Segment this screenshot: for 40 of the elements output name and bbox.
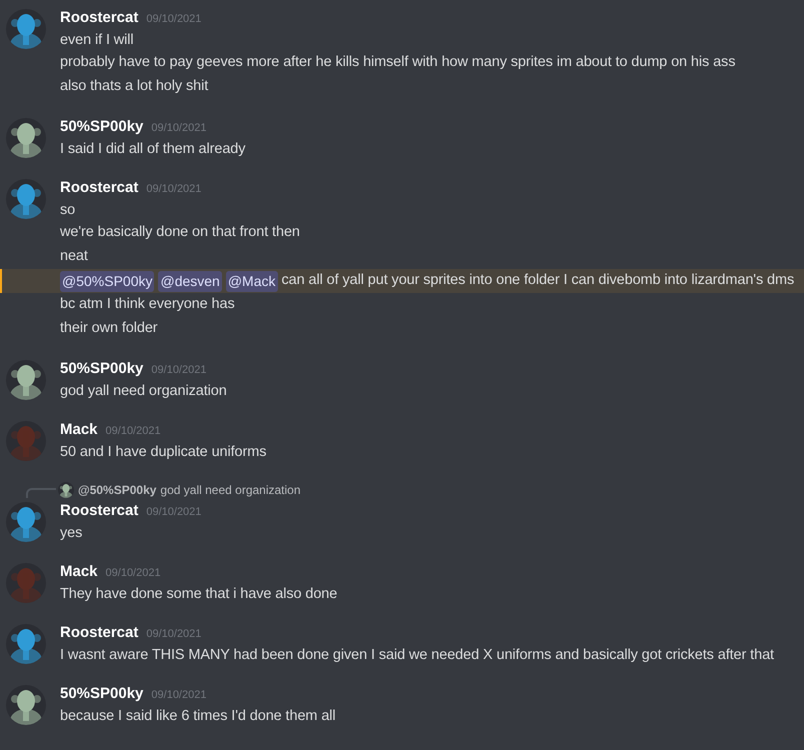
timestamp: 09/10/2021	[106, 566, 161, 581]
message-text: neat	[60, 247, 88, 266]
timestamp: 09/10/2021	[146, 182, 202, 197]
mention[interactable]: @desven	[158, 270, 222, 292]
author-name[interactable]: Roostercat	[60, 500, 138, 522]
mention[interactable]: @50%SP00ky	[60, 270, 154, 292]
message-text: can all of yall put your sprites into one folder I can divebomb into lizardman's dms	[282, 271, 794, 290]
timestamp: 09/10/2021	[151, 688, 206, 703]
message-text: probably have to pay geeves more after he kills himself with how many sprites im about to dump on his ass	[60, 53, 736, 72]
message-text: so	[60, 201, 76, 220]
mention[interactable]: @Mack	[226, 270, 278, 292]
timestamp: 09/10/2021	[146, 12, 202, 27]
author-name[interactable]: Roostercat	[60, 7, 138, 30]
message-text: we're basically done on that front then	[60, 223, 300, 242]
author-name[interactable]: Roostercat	[60, 622, 138, 644]
message-text: because I said like 6 times I'd done them all	[60, 707, 336, 726]
message-text: 50 and I have duplicate uniforms	[60, 443, 266, 462]
message-text: I wasnt aware THIS MANY had been done given I said we needed X uniforms and basically got crickets after that	[60, 646, 774, 666]
message-text: even if I will	[60, 31, 134, 50]
reply-connector	[26, 488, 56, 498]
timestamp: 09/10/2021	[106, 424, 161, 439]
author-name[interactable]: 50%SP00ky	[60, 116, 144, 138]
author-name[interactable]: 50%SP00ky	[60, 358, 144, 380]
message-text: their own folder	[60, 319, 158, 338]
timestamp: 09/10/2021	[151, 363, 206, 378]
message-text: They have done some that i have also done	[60, 585, 338, 604]
reply-author[interactable]: @50%SP00ky	[78, 481, 156, 499]
message-text: bc atm I think everyone has	[60, 295, 235, 314]
author-name[interactable]: Mack	[60, 419, 98, 442]
timestamp: 09/10/2021	[151, 121, 206, 136]
message-text: god yall need organization	[60, 382, 227, 402]
message-text: also thats a lot holy shit	[60, 77, 208, 96]
reply-text: god yall need organization	[160, 482, 301, 499]
author-name[interactable]: Roostercat	[60, 177, 138, 200]
author-name[interactable]: Mack	[60, 561, 98, 584]
timestamp: 09/10/2021	[146, 505, 202, 520]
message-text: I said I did all of them already	[60, 140, 246, 160]
timestamp: 09/10/2021	[146, 627, 202, 642]
author-name[interactable]: 50%SP00ky	[60, 683, 144, 706]
message-text: yes	[60, 524, 82, 544]
